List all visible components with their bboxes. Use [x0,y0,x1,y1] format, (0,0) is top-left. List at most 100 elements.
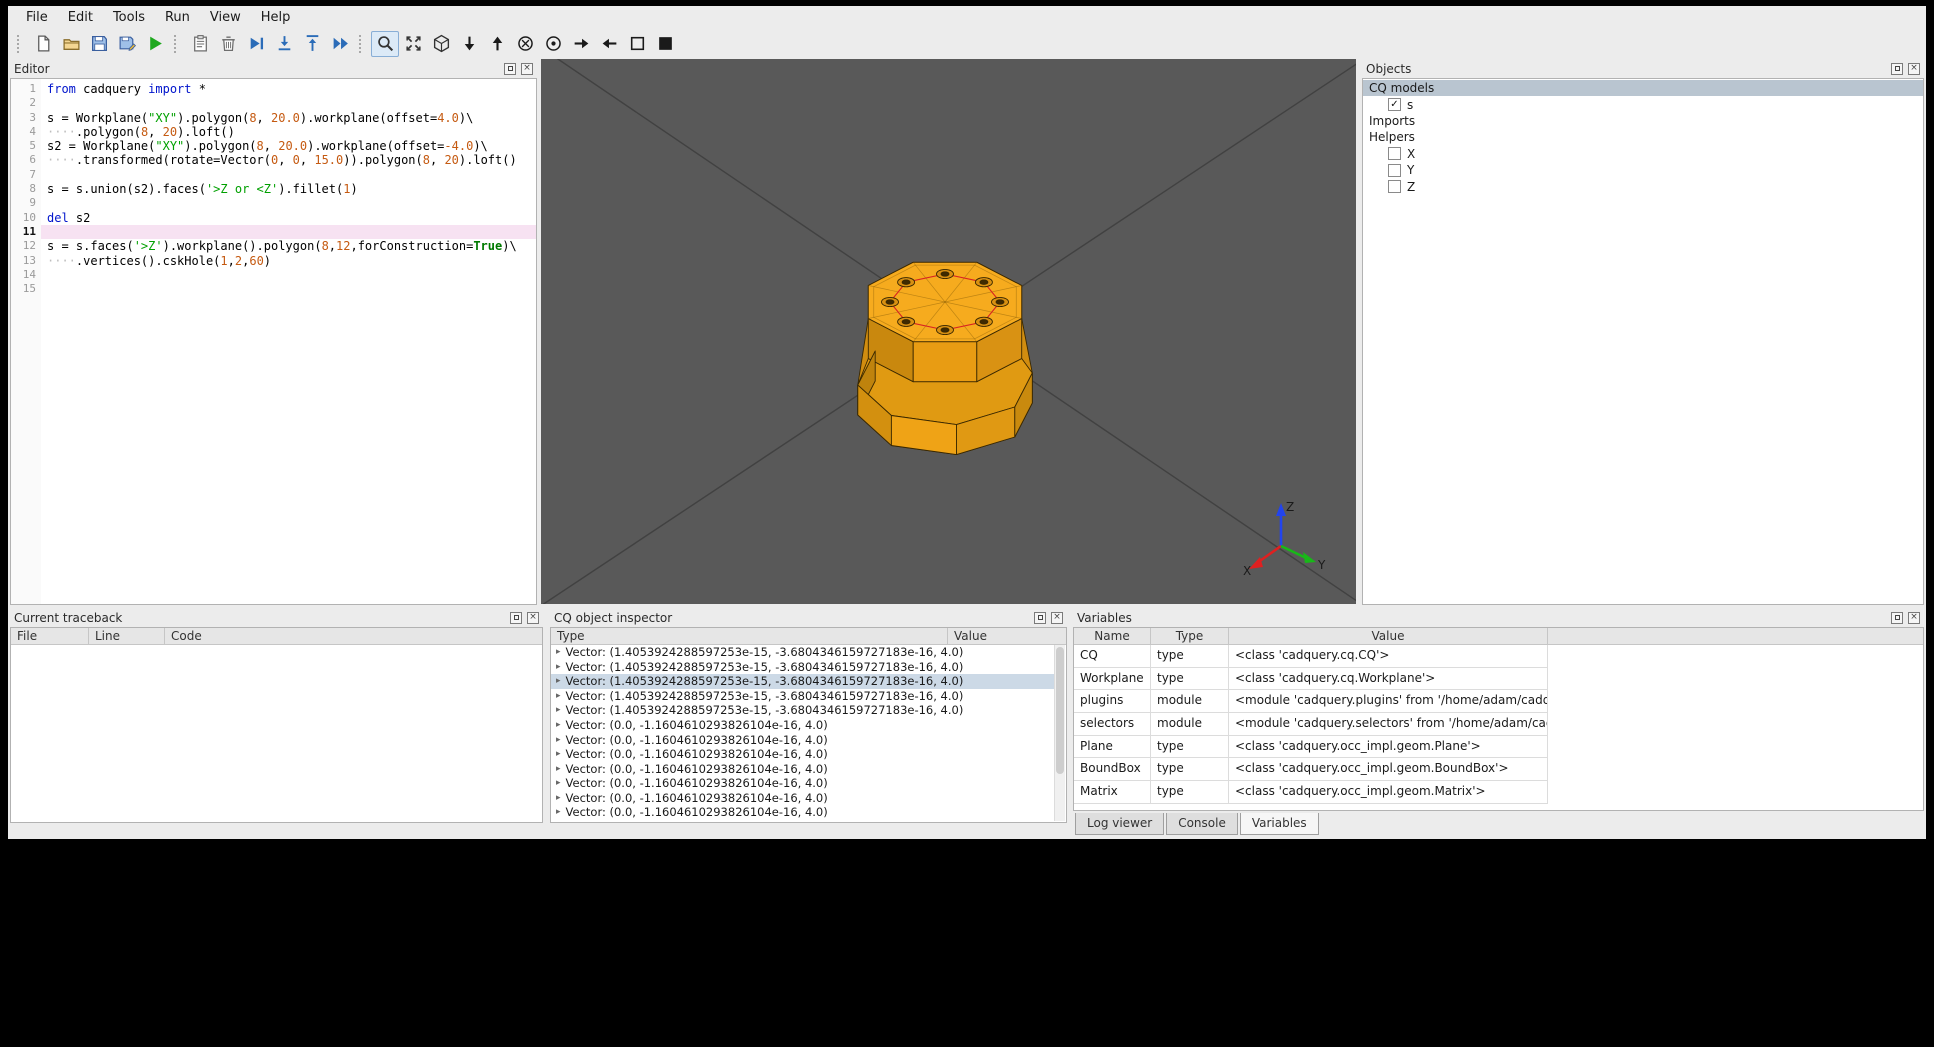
code-line-2[interactable] [41,96,536,110]
code-line-7[interactable] [41,168,536,182]
menu-edit[interactable]: Edit [58,8,103,27]
inspector-row[interactable]: ▸ Vector: (1.4053924288597253e-15, -3.680… [551,645,1054,660]
tree-item-s[interactable]: ✓ s [1363,96,1923,112]
column-header-line[interactable]: Line [89,628,165,644]
open-button[interactable] [57,31,85,57]
float-panel-button[interactable] [510,611,522,624]
variable-row-CQ[interactable]: CQ type <class 'cadquery.cq.CQ'> [1074,645,1923,668]
close-panel-button[interactable]: × [527,611,539,624]
inspector-row[interactable]: ▸ Vector: (0.0, -1.1604610293826104e-16, … [551,747,1054,762]
inspector-row[interactable]: ▸ Vector: (1.4053924288597253e-15, -3.680… [551,703,1054,718]
expand-arrow-icon[interactable]: ▸ [556,735,561,745]
debug-button[interactable] [186,31,214,57]
tab-console[interactable]: Console [1166,813,1238,835]
view-back-button[interactable] [539,31,567,57]
column-header-value[interactable]: Value [1229,628,1548,644]
expand-arrow-icon[interactable]: ▸ [556,778,561,788]
inspector-row[interactable]: ▸ Vector: (1.4053924288597253e-15, -3.680… [551,660,1054,675]
code-line-11[interactable] [41,224,536,240]
column-header-code[interactable]: Code [165,628,542,644]
variable-row-Matrix[interactable]: Matrix type <class 'cadquery.occ_impl.geom… [1074,781,1923,804]
inspector-row[interactable]: ▸ Vector: (0.0, -1.1604610293826104e-16, … [551,776,1054,791]
menu-file[interactable]: File [16,8,58,27]
code-line-1[interactable]: from cadquery import * [41,82,536,96]
column-header-name[interactable]: Name [1074,628,1151,644]
render-button[interactable] [141,31,169,57]
code-line-3[interactable]: s = Workplane("XY").polygon(8, 20.0).wor… [41,111,536,125]
code-line-12[interactable]: s = s.faces('>Z').workplane().polygon(8,… [41,239,536,253]
view-right-button[interactable] [567,31,595,57]
fit-view-button[interactable] [371,30,399,57]
column-header-type[interactable]: Type [1151,628,1229,644]
float-panel-button[interactable] [1034,611,1046,624]
inspector-row[interactable]: ▸ Vector: (0.0, -1.1604610293826104e-16, … [551,718,1054,733]
iso-view-button[interactable] [427,31,455,57]
code-line-6[interactable]: ····.transformed(rotate=Vector(0, 0, 15.… [41,153,536,167]
variable-row-BoundBox[interactable]: BoundBox type <class 'cadquery.occ_impl.ge… [1074,758,1923,782]
inspector-row[interactable]: ▸ Vector: (0.0, -1.1604610293826104e-16, … [551,805,1054,820]
cad-model[interactable] [857,261,1033,456]
step-in-button[interactable] [270,31,298,57]
variable-row-plugins[interactable]: plugins module <module 'cadquery.plugins' … [1074,690,1923,714]
tree-item-cq-models[interactable]: CQ models [1363,80,1923,97]
code-line-14[interactable] [41,268,536,282]
toolbar-handle[interactable] [17,34,24,53]
tree-item-z[interactable]: Z [1363,178,1923,194]
objects-tree[interactable]: CQ models ✓ s Imports Helpers X Y Z [1362,78,1924,605]
delete-button[interactable] [214,31,242,57]
tab-log-viewer[interactable]: Log viewer [1075,813,1165,835]
code-line-5[interactable]: s2 = Workplane("XY").polygon(8, 20.0).wo… [41,139,536,153]
inspector-row[interactable]: ▸ Vector: (0.0, -1.1604610293826104e-16, … [551,790,1054,805]
checkbox-z[interactable] [1388,180,1401,194]
menu-help[interactable]: Help [251,8,301,27]
checkbox-y[interactable] [1388,163,1401,177]
column-header-file[interactable]: File [11,628,89,644]
shaded-button[interactable] [651,31,679,57]
inspector-row[interactable]: ▸ Vector: (1.4053924288597253e-15, -3.680… [551,674,1054,689]
variable-row-selectors[interactable]: selectors module <module 'cadquery.selecto… [1074,713,1923,736]
menu-run[interactable]: Run [155,8,200,27]
tree-item-imports[interactable]: Imports [1363,113,1923,129]
new-script-button[interactable] [29,31,57,57]
3d-viewport[interactable]: X Y Z [541,59,1356,604]
expand-arrow-icon[interactable]: ▸ [556,662,561,672]
inspector-row[interactable]: ▸ Vector: (0.0, -1.1604610293826104e-16, … [551,761,1054,776]
continue-button[interactable] [326,31,354,57]
step-out-button[interactable] [298,31,326,57]
expand-arrow-icon[interactable]: ▸ [556,705,561,715]
view-left-button[interactable] [595,31,623,57]
expand-arrow-icon[interactable]: ▸ [556,793,561,803]
save-button[interactable] [85,31,113,57]
code-line-4[interactable]: ····.polygon(8, 20).loft() [41,125,536,139]
expand-arrow-icon[interactable]: ▸ [556,807,561,817]
float-panel-button[interactable] [1891,611,1903,624]
close-panel-button[interactable]: × [1908,62,1920,75]
tab-variables[interactable]: Variables [1239,813,1319,835]
column-header-type[interactable]: Type [551,628,948,644]
editor-code[interactable]: from cadquery import * s = Workplane("XY"… [41,79,536,604]
fit-all-button[interactable] [399,31,427,57]
code-line-9[interactable] [41,196,536,210]
close-panel-button[interactable]: × [521,62,533,75]
expand-arrow-icon[interactable]: ▸ [556,720,561,730]
inspector-row[interactable]: ▸ Vector: (0.0, -1.1604610293826104e-16, … [551,732,1054,747]
variable-row-Plane[interactable]: Plane type <class 'cadquery.occ_impl.geom.… [1074,735,1923,759]
expand-arrow-icon[interactable]: ▸ [556,676,561,686]
tree-item-x[interactable]: X [1363,146,1923,162]
code-line-13[interactable]: ····.vertices().cskHole(1,2,60) [41,254,536,268]
column-header-value[interactable]: Value [948,628,1066,644]
float-panel-button[interactable] [504,62,516,75]
view-front-button[interactable] [511,31,539,57]
menu-tools[interactable]: Tools [103,8,155,27]
menu-view[interactable]: View [200,8,251,27]
view-bottom-button[interactable] [455,31,483,57]
tree-item-y[interactable]: Y [1363,162,1923,178]
wireframe-button[interactable] [623,31,651,57]
scrollbar-thumb[interactable] [1056,647,1064,774]
expand-arrow-icon[interactable]: ▸ [556,647,561,657]
float-panel-button[interactable] [1891,62,1903,75]
variable-row-Workplane[interactable]: Workplane type <class 'cadquery.cq.Workpla… [1074,667,1923,691]
code-editor[interactable]: 1 2 3 4 5 6 7 8 9 10 11 12 13 14 15 from cadquery impo… [10,78,537,605]
checkbox-s[interactable]: ✓ [1388,98,1401,112]
viewport-canvas[interactable]: X Y Z [541,59,1356,604]
